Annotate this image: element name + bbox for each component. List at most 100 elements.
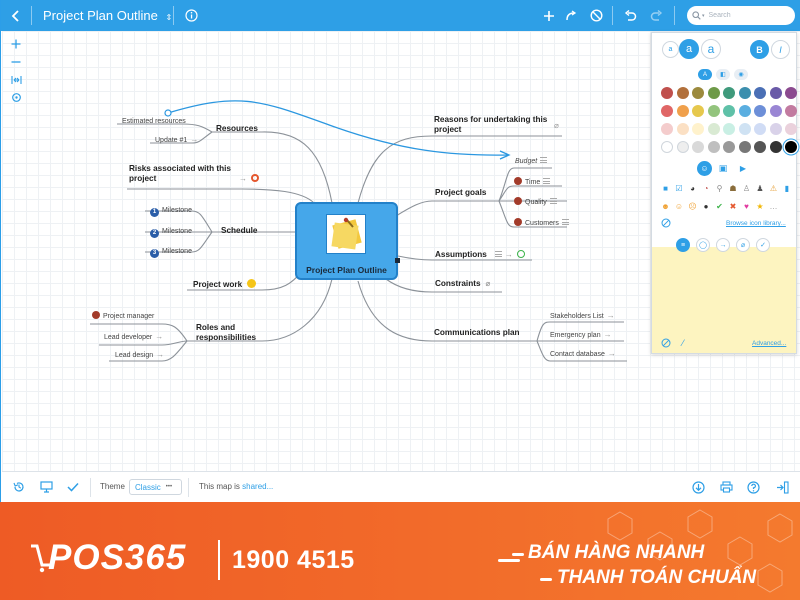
italic-button[interactable]: I	[771, 40, 790, 59]
topic-project-manager[interactable]: Project manager	[92, 311, 154, 322]
text-color-tab[interactable]: A	[698, 69, 712, 80]
back-button[interactable]	[7, 0, 25, 31]
piece-icon[interactable]: ♟	[755, 183, 766, 194]
topic-milestone-1[interactable]: 1 Milestone	[150, 206, 192, 217]
undo-button[interactable]	[622, 0, 638, 31]
search-input[interactable]	[708, 12, 787, 19]
color-swatch[interactable]	[661, 141, 673, 153]
print-button[interactable]	[718, 479, 734, 495]
color-swatch[interactable]	[723, 123, 735, 135]
help-button[interactable]	[745, 479, 761, 495]
font-size-small-button[interactable]: a	[662, 41, 679, 58]
clear-icons-button[interactable]	[660, 217, 672, 229]
topic-project-work[interactable]: Project work	[193, 279, 257, 290]
relationship-button[interactable]	[563, 0, 579, 31]
color-swatch[interactable]	[692, 105, 704, 117]
color-swatch[interactable]	[738, 105, 751, 117]
color-swatch[interactable]	[785, 105, 797, 117]
color-swatch[interactable]	[676, 87, 689, 99]
color-swatch[interactable]	[707, 105, 720, 117]
resize-handle[interactable]	[395, 258, 400, 263]
topic-reasons[interactable]: Reasons for undertaking this project	[434, 115, 559, 135]
topic-quality[interactable]: Quality	[514, 197, 557, 208]
bold-button[interactable]: B	[750, 40, 769, 59]
cross-circle-icon[interactable]: ✖	[728, 201, 739, 212]
color-swatch[interactable]	[785, 123, 797, 135]
magnifier-icon[interactable]: ⚲	[714, 183, 725, 194]
shared-link[interactable]: shared...	[242, 482, 273, 491]
color-swatch[interactable]	[769, 105, 782, 117]
color-swatch[interactable]	[723, 141, 735, 153]
checkbox-icon[interactable]: ■	[660, 183, 671, 194]
color-swatch[interactable]	[738, 87, 751, 99]
smiley-sad-icon[interactable]: ☹	[687, 201, 698, 212]
topic-milestone-2[interactable]: 2 Milestone	[150, 227, 192, 238]
clear-style-button[interactable]	[660, 337, 672, 349]
color-swatch[interactable]	[738, 123, 751, 135]
task-check-button[interactable]	[65, 479, 81, 495]
panel-toggle-button[interactable]	[774, 479, 790, 495]
color-swatch[interactable]	[676, 123, 689, 135]
color-swatch[interactable]	[754, 141, 766, 153]
topic-schedule[interactable]: Schedule	[221, 226, 257, 236]
topic-constraints[interactable]: Constraints ⌀	[435, 279, 490, 289]
color-swatch[interactable]	[707, 87, 720, 99]
images-tab[interactable]: ▣	[717, 163, 729, 174]
pie-progress-icon[interactable]: ◕	[687, 183, 698, 194]
document-title[interactable]: Project Plan Outline ⇕	[43, 0, 172, 31]
color-swatch[interactable]	[661, 123, 673, 135]
topic-customers[interactable]: Customers	[514, 218, 569, 229]
topic-risks[interactable]: Risks associated with this project	[129, 164, 244, 184]
topic-resources[interactable]: Resources	[216, 124, 258, 134]
zoom-in-button[interactable]	[7, 36, 25, 52]
topic-estimated-resources[interactable]: Estimated resources	[122, 117, 186, 127]
smiley-happy-icon[interactable]: ☻	[660, 201, 671, 212]
color-swatch[interactable]	[676, 141, 689, 153]
topic-budget[interactable]: Budget	[515, 157, 548, 167]
hat-icon[interactable]: ☗	[728, 183, 739, 194]
advanced-link[interactable]: Advanced...	[752, 340, 786, 347]
center-map-button[interactable]	[7, 89, 25, 105]
heart-icon[interactable]: ♥	[741, 201, 752, 212]
color-swatch[interactable]	[707, 141, 720, 153]
font-size-medium-button[interactable]: a	[679, 39, 699, 59]
remove-button[interactable]	[588, 0, 604, 31]
warning-icon[interactable]: ⚠	[768, 183, 779, 194]
comments-tab[interactable]: ◯	[696, 238, 710, 252]
topic-emergency-plan[interactable]: Emergency plan →	[550, 330, 612, 341]
topic-time[interactable]: Time	[514, 177, 551, 188]
color-swatch[interactable]	[723, 87, 735, 99]
info-button[interactable]	[183, 0, 199, 31]
topic-lead-developer[interactable]: Lead developer →	[104, 332, 163, 343]
pie-progress-icon[interactable]: ◔	[701, 183, 712, 194]
topic-assumptions[interactable]: Assumptions →	[435, 250, 525, 260]
redo-button[interactable]	[648, 0, 664, 31]
checked-box-icon[interactable]: ☑	[674, 183, 685, 194]
notes-area[interactable]: ≡ ◯ → ⌀ ✓ ⁄ Advanced...	[652, 238, 796, 353]
notes-tab[interactable]: ≡	[676, 238, 690, 252]
flag-icon[interactable]: ▮	[782, 183, 793, 194]
color-swatch[interactable]	[769, 123, 782, 135]
color-swatch[interactable]	[769, 141, 782, 153]
topic-contact-database[interactable]: Contact database →	[550, 349, 616, 360]
media-tab[interactable]: ▶	[737, 163, 749, 174]
smiley-icon[interactable]: ☺	[674, 201, 685, 212]
color-swatch[interactable]	[754, 87, 766, 99]
presentation-button[interactable]	[38, 479, 54, 495]
color-swatch[interactable]	[661, 87, 673, 99]
magic-wand-button[interactable]: ⁄	[677, 337, 689, 349]
topic-milestone-3[interactable]: 3 Milestone	[150, 247, 192, 258]
add-topic-button[interactable]	[541, 0, 557, 31]
color-swatch[interactable]	[785, 141, 797, 153]
attachments-tab[interactable]: ⌀	[736, 238, 750, 252]
color-swatch[interactable]	[692, 123, 704, 135]
color-swatch[interactable]	[785, 87, 797, 99]
color-swatch[interactable]	[692, 141, 704, 153]
theme-select[interactable]: Classic •••	[129, 479, 182, 495]
star-icon[interactable]: ★	[755, 201, 766, 212]
color-swatch[interactable]	[707, 123, 720, 135]
person-icon[interactable]: ♙	[741, 183, 752, 194]
check-circle-icon[interactable]: ✔	[714, 201, 725, 212]
central-topic[interactable]: Project Plan Outline	[295, 202, 400, 280]
fit-map-button[interactable]	[7, 72, 25, 88]
